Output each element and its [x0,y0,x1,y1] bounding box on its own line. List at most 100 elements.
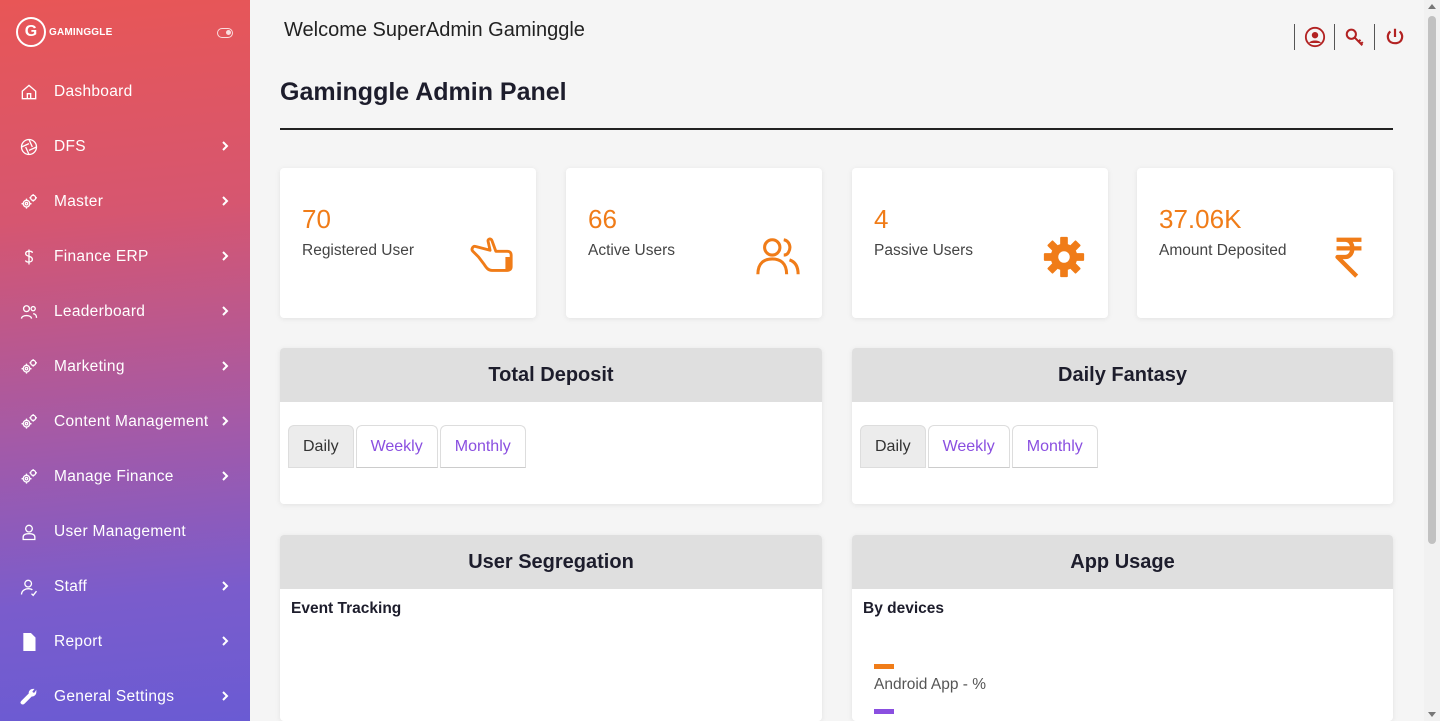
panel-title: App Usage [852,535,1393,589]
chevron-right-icon [218,194,232,208]
chevron-right-icon [218,634,232,648]
legend-swatch-other [874,709,894,714]
tab-daily[interactable]: Daily [288,425,354,468]
chevron-right-icon [218,469,232,483]
power-icon [1386,28,1404,45]
sidebar-toggle-icon[interactable] [217,28,233,38]
sidebar-item-dashboard[interactable]: Dashboard [0,64,250,119]
tab-monthly[interactable]: Monthly [1011,425,1098,468]
sidebar: G GAMINGGLE Dashboard DFS Master Finance… [0,0,250,721]
scroll-up-arrow-icon[interactable] [1428,4,1436,9]
legend-label-android: Android App - % [874,676,987,693]
legend-swatch-android [874,664,894,669]
rupee-icon [1325,234,1373,280]
chevron-right-icon [218,689,232,703]
gears-icon [18,466,40,488]
welcome-text: Welcome SuperAdmin Gaminggle [284,19,585,41]
sidebar-item-label: DFS [54,137,86,155]
stat-card-passive-users: 4 Passive Users [852,168,1108,318]
profile-button[interactable] [1294,24,1334,50]
panel-subtitle: Event Tracking [291,600,402,617]
chevron-right-icon [218,249,232,263]
sidebar-item-label: Master [54,192,104,210]
stat-card-registered-users: 70 Registered User [280,168,536,318]
tab-daily[interactable]: Daily [860,425,926,468]
panel-title: User Segregation [280,535,822,589]
logo-text: GAMINGGLE [49,26,113,38]
key-icon [1345,28,1364,46]
chevron-right-icon [218,304,232,318]
page-title: Gaminggle Admin Panel [280,78,567,106]
sidebar-item-label: Content Management [54,412,209,430]
logo[interactable]: G GAMINGGLE [0,0,250,64]
sidebar-item-label: Dashboard [54,82,133,100]
total-deposit-panel: Total Deposit Daily Weekly Monthly [280,348,822,504]
sidebar-item-report[interactable]: Report [0,614,250,669]
stat-value: 37.06K [1159,204,1242,234]
gears-icon [18,411,40,433]
scroll-thumb[interactable] [1428,16,1436,544]
sidebar-item-master[interactable]: Master [0,174,250,229]
sidebar-nav: Dashboard DFS Master Finance ERP Leaderb… [0,64,250,721]
stat-label: Passive Users [874,242,974,259]
stat-value: 70 [302,204,331,234]
chevron-right-icon [218,414,232,428]
sidebar-item-manage-finance[interactable]: Manage Finance [0,449,250,504]
sidebar-item-content-management[interactable]: Content Management [0,394,250,449]
sidebar-item-label: General Settings [54,687,175,705]
stat-card-active-users: 66 Active Users [566,168,822,318]
tab-weekly[interactable]: Weekly [927,425,1010,468]
sidebar-item-finance-erp[interactable]: Finance ERP [0,229,250,284]
divider [280,128,1393,130]
sidebar-item-label: User Management [54,522,187,540]
gears-icon [18,191,40,213]
dollar-icon [18,246,40,268]
sidebar-item-marketing[interactable]: Marketing [0,339,250,394]
logo-mark: G [16,17,46,47]
stat-value: 66 [588,204,617,234]
stat-label: Registered User [302,242,414,259]
daily-fantasy-panel: Daily Fantasy Daily Weekly Monthly [852,348,1393,504]
user-staff-icon [18,576,40,598]
panel-title: Total Deposit [280,348,822,402]
gear-icon [1040,234,1088,280]
sidebar-item-dfs[interactable]: DFS [0,119,250,174]
panel-title: Daily Fantasy [852,348,1393,402]
user-icon [18,521,40,543]
chevron-right-icon [218,139,232,153]
change-password-button[interactable] [1334,24,1374,50]
sidebar-item-staff[interactable]: Staff [0,559,250,614]
users-icon [754,234,802,280]
file-icon [18,631,40,653]
sidebar-item-label: Marketing [54,357,125,375]
vertical-scrollbar[interactable] [1424,0,1440,721]
wrench-icon [18,686,40,708]
hand-pointer-icon [468,234,516,280]
sidebar-item-leaderboard[interactable]: Leaderboard [0,284,250,339]
users-icon [18,301,40,323]
sidebar-item-label: Staff [54,577,88,595]
chevron-right-icon [218,579,232,593]
tab-monthly[interactable]: Monthly [439,425,526,468]
sidebar-item-general-settings[interactable]: General Settings [0,669,250,721]
scroll-down-arrow-icon[interactable] [1428,712,1436,717]
panel-subtitle: By devices [863,600,944,617]
logout-button[interactable] [1374,24,1414,50]
tab-weekly[interactable]: Weekly [355,425,438,468]
aperture-icon [18,136,40,158]
header-actions [1294,24,1414,50]
chevron-right-icon [218,359,232,373]
sidebar-item-label: Leaderboard [54,302,146,320]
total-deposit-tabs: Daily Weekly Monthly [288,425,528,468]
sidebar-item-user-management[interactable]: User Management [0,504,250,559]
sidebar-item-label: Report [54,632,103,650]
main-content: Welcome SuperAdmin Gaminggle Gaminggle A… [250,0,1424,721]
user-circle-icon [1304,26,1326,48]
stat-label: Amount Deposited [1159,242,1287,259]
sidebar-item-label: Finance ERP [54,247,149,265]
home-icon [18,81,40,103]
gears-icon [18,356,40,378]
app-usage-panel: App Usage By devices Android App - % [852,535,1393,721]
daily-fantasy-tabs: Daily Weekly Monthly [860,425,1100,468]
stat-value: 4 [874,204,889,234]
